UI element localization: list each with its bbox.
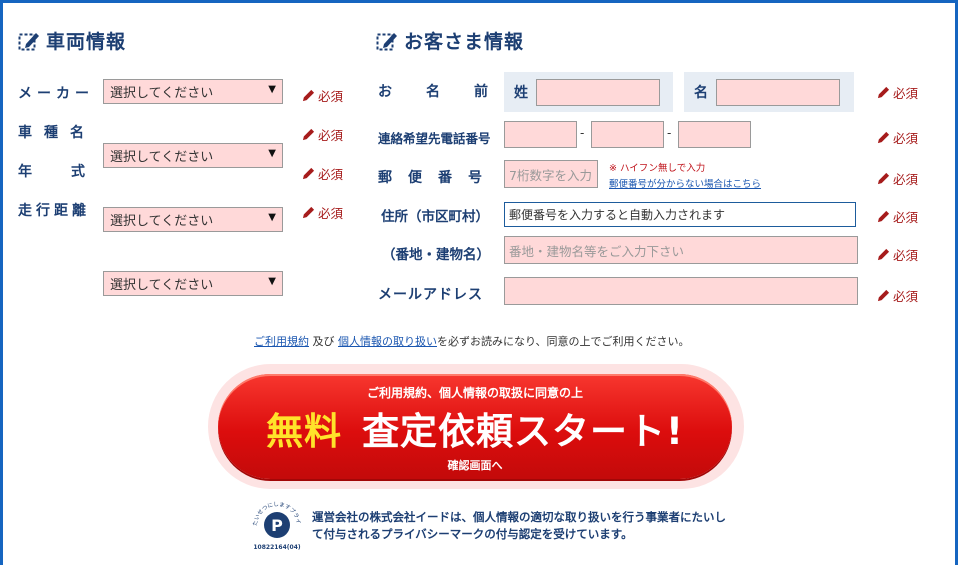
agreement-text: ご利用規約 及び 個人情報の取り扱いを必ずお読みになり、同意の上でご利用ください… <box>254 333 690 349</box>
address2-placeholder: 番地・建物名等をご入力下さい <box>509 243 685 259</box>
first-name-label: 名 <box>694 85 708 101</box>
privacy-text-line2: て付与されるプライバシーマークの付与認定を受けています。 <box>312 527 633 541</box>
edit-icon <box>376 32 397 50</box>
edit-icon <box>18 32 39 50</box>
maker-label: メーカー <box>18 86 94 102</box>
mileage-select[interactable]: 選択してください ▼ <box>103 271 283 296</box>
pencil-icon <box>877 289 890 302</box>
vehicle-section-title: 車両情報 <box>18 27 126 54</box>
agreement-and: 及び <box>312 335 335 348</box>
phone-separator: - <box>580 126 585 140</box>
pencil-icon <box>877 172 890 185</box>
pencil-icon <box>302 167 315 180</box>
maker-required: 必須 <box>302 86 343 105</box>
email-required: 必須 <box>877 286 918 305</box>
year-select[interactable]: 選択してください ▼ <box>103 207 283 232</box>
model-select-value: 選択してください <box>110 150 214 165</box>
cta-top-text: ご利用規約、個人情報の取扱に同意の上 <box>366 386 583 400</box>
year-label: 年式 <box>18 164 124 180</box>
model-required: 必須 <box>302 125 343 144</box>
phone-label: 連絡希望先電話番号 <box>378 131 491 146</box>
pencil-icon <box>302 206 315 219</box>
caret-down-icon: ▼ <box>268 212 276 223</box>
last-name-label: 姓 <box>514 85 528 101</box>
postal-note: ※ ハイフン無しで入力 <box>609 163 706 174</box>
name-label: お名前 <box>378 84 522 100</box>
postal-lookup-link[interactable]: 郵便番号が分からない場合はこちら <box>609 176 761 190</box>
required-text: 必須 <box>893 131 919 146</box>
mileage-required: 必須 <box>302 203 343 222</box>
phone-input-1[interactable] <box>504 121 577 148</box>
required-text: 必須 <box>893 289 919 304</box>
last-name-group: 姓 <box>504 72 673 112</box>
cta-main-text: 無料 査定依頼スタート! <box>218 401 732 455</box>
privacy-mark-text: 運営会社の株式会社イードは、個人情報の適切な取り扱いを行う事業者にたいし て付与… <box>312 509 726 543</box>
year-select-value: 選択してください <box>110 214 214 229</box>
postal-placeholder: 7桁数字を入力 <box>509 167 592 183</box>
pencil-icon <box>302 89 315 102</box>
phone-separator: - <box>667 126 672 140</box>
agreement-rest: を必ずお読みになり、同意の上でご利用ください。 <box>437 335 690 348</box>
postal-required: 必須 <box>877 169 918 188</box>
model-select[interactable]: 選択してください ▼ <box>103 143 283 168</box>
pencil-icon <box>877 210 890 223</box>
email-label: メールアドレス <box>378 287 483 303</box>
phone-required: 必須 <box>877 128 918 147</box>
first-name-group: 名 <box>684 72 854 112</box>
phone-input-2[interactable] <box>591 121 664 148</box>
caret-down-icon: ▼ <box>268 276 276 287</box>
last-name-input[interactable] <box>536 78 660 106</box>
privacy-text-line1: 運営会社の株式会社イードは、個人情報の適切な取り扱いを行う事業者にたいし <box>312 510 726 524</box>
cta-sub-text: 確認画面へ <box>447 459 503 472</box>
required-text: 必須 <box>893 86 919 101</box>
svg-text:10822164(04): 10822164(04) <box>253 544 300 551</box>
address2-input[interactable]: 番地・建物名等をご入力下さい <box>504 236 858 264</box>
required-text: 必須 <box>318 167 344 182</box>
address2-label: （番地・建物名） <box>382 247 490 263</box>
caret-down-icon: ▼ <box>268 84 276 95</box>
pencil-icon <box>302 128 315 141</box>
address1-input[interactable]: 郵便番号を入力すると自動入力されます <box>504 202 856 227</box>
terms-link[interactable]: ご利用規約 <box>254 335 309 348</box>
address1-required: 必須 <box>877 207 918 226</box>
email-input[interactable] <box>504 277 858 305</box>
maker-select[interactable]: 選択してください ▼ <box>103 79 283 104</box>
customer-section-title: お客さま情報 <box>376 27 524 54</box>
required-text: 必須 <box>318 89 344 104</box>
pencil-icon <box>877 248 890 261</box>
required-text: 必須 <box>893 248 919 263</box>
address1-label: 住所（市区町村） <box>381 209 489 225</box>
required-text: 必須 <box>893 210 919 225</box>
maker-select-value: 選択してください <box>110 86 214 101</box>
privacy-link[interactable]: 個人情報の取り扱い <box>338 335 437 348</box>
privacy-mark-logo: たいせつにしますプライバシー P 10822164(04) <box>251 500 301 551</box>
required-text: 必須 <box>893 172 919 187</box>
pencil-icon <box>877 86 890 99</box>
mileage-select-value: 選択してください <box>110 278 214 293</box>
start-assessment-button[interactable]: ご利用規約、個人情報の取扱に同意の上 無料 査定依頼スタート! 確認画面へ <box>218 374 732 479</box>
required-text: 必須 <box>318 206 344 221</box>
vehicle-title-text: 車両情報 <box>46 31 127 53</box>
model-label: 車種名 <box>18 125 96 141</box>
customer-title-text: お客さま情報 <box>404 31 525 53</box>
postal-label: 郵便番号 <box>378 170 498 186</box>
mileage-label: 走行距離 <box>18 203 90 219</box>
cta-main-label: 査定依頼スタート! <box>362 410 684 453</box>
year-required: 必須 <box>302 164 343 183</box>
name-required: 必須 <box>877 83 918 102</box>
pencil-icon <box>877 131 890 144</box>
phone-input-3[interactable] <box>678 121 751 148</box>
address1-value: 郵便番号を入力すると自動入力されます <box>509 208 726 222</box>
first-name-input[interactable] <box>716 78 840 106</box>
required-text: 必須 <box>318 128 344 143</box>
postal-input[interactable]: 7桁数字を入力 <box>504 160 598 188</box>
caret-down-icon: ▼ <box>268 148 276 159</box>
cta-free-text: 無料 <box>266 410 343 453</box>
address2-required: 必須 <box>877 245 918 264</box>
svg-text:P: P <box>271 516 283 535</box>
